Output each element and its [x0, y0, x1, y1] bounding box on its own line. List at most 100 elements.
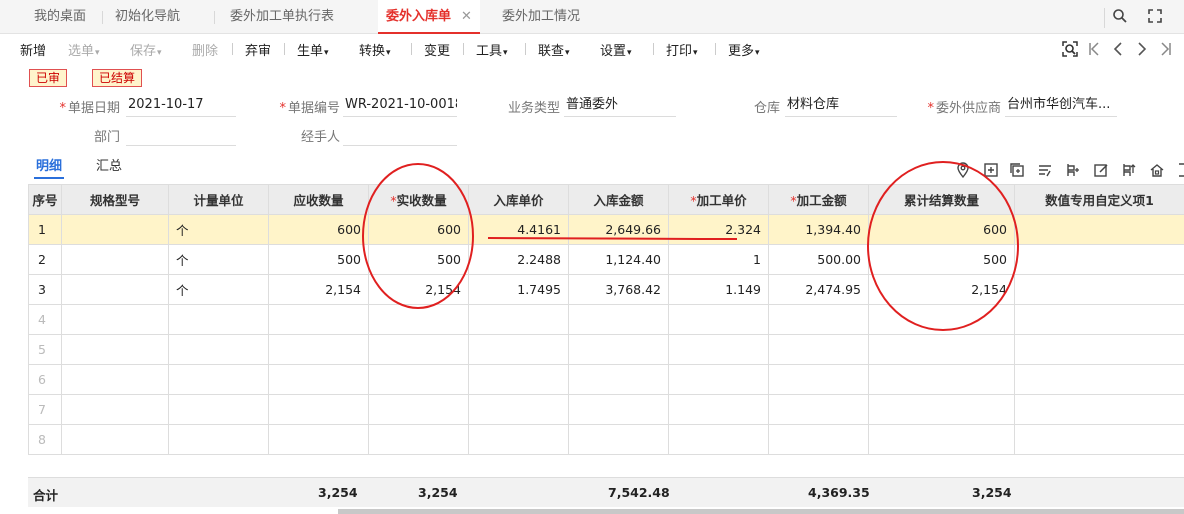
cell-empty[interactable]	[568, 334, 669, 365]
last-record-icon[interactable]	[1160, 42, 1172, 56]
cell-empty[interactable]	[768, 304, 869, 335]
settings-button[interactable]: 设置▾	[600, 40, 632, 59]
cell-recv-qty[interactable]: 500	[368, 244, 469, 275]
cell-in-amount[interactable]: 3,768.42	[568, 274, 669, 305]
cell-custom1[interactable]	[1014, 244, 1184, 275]
location-pin-icon[interactable]	[955, 162, 971, 178]
cell-empty[interactable]	[368, 394, 469, 425]
tab-init-nav[interactable]: 初始化导航	[115, 0, 180, 34]
select-button[interactable]: 选单▾	[68, 40, 100, 59]
biz-type-field[interactable]: 普通委外	[564, 95, 676, 117]
cell-empty[interactable]	[268, 394, 369, 425]
cell-unit[interactable]: 个	[168, 274, 269, 305]
cell-empty[interactable]	[668, 304, 769, 335]
col-header-settle-qty[interactable]: 累计结算数量	[868, 184, 1015, 215]
convert-button[interactable]: 转换▾	[359, 40, 391, 59]
edit-icon[interactable]	[1093, 162, 1109, 178]
cell-in-price[interactable]: 2.2488	[468, 244, 569, 275]
cell-empty[interactable]	[61, 424, 169, 455]
cell-settle-qty[interactable]: 2,154	[868, 274, 1015, 305]
save-button[interactable]: 保存▾	[130, 40, 162, 59]
cell-empty[interactable]	[468, 394, 569, 425]
cell-proc-price[interactable]: 1.149	[668, 274, 769, 305]
delete-button[interactable]: 删除	[192, 40, 218, 59]
cell-empty[interactable]	[568, 364, 669, 395]
locate-search-icon[interactable]	[1061, 40, 1079, 58]
table-row-empty[interactable]: 5	[28, 334, 1184, 365]
cell-empty[interactable]	[1014, 304, 1184, 335]
cell-empty[interactable]	[468, 304, 569, 335]
col-header-custom1[interactable]: 数值专用自定义项1	[1014, 184, 1184, 215]
cell-empty[interactable]	[668, 364, 769, 395]
cell-empty[interactable]	[168, 304, 269, 335]
query-button[interactable]: 联查▾	[538, 40, 570, 59]
cell-settle-qty[interactable]: 500	[868, 244, 1015, 275]
prev-record-icon[interactable]	[1112, 42, 1124, 56]
col-header-unit[interactable]: 计量单位	[168, 184, 269, 215]
cell-empty[interactable]	[168, 364, 269, 395]
dept-field[interactable]	[126, 124, 236, 146]
cell-empty[interactable]	[868, 304, 1015, 335]
col-header-in-amount[interactable]: 入库金额	[568, 184, 669, 215]
cell-empty[interactable]	[268, 424, 369, 455]
cell-empty[interactable]	[1014, 334, 1184, 365]
cell-empty[interactable]	[168, 394, 269, 425]
cell-empty[interactable]	[168, 334, 269, 365]
format-icon[interactable]	[1037, 162, 1053, 178]
first-record-icon[interactable]	[1088, 42, 1100, 56]
date-field[interactable]: 2021-10-17	[126, 95, 236, 117]
generate-button[interactable]: 生单▾	[297, 40, 329, 59]
cell-custom1[interactable]	[1014, 214, 1184, 245]
cell-empty[interactable]	[668, 424, 769, 455]
tab-outsource-exec-table[interactable]: 委外加工单执行表	[230, 0, 334, 34]
cell-in-price[interactable]: 1.7495	[468, 274, 569, 305]
print-button[interactable]: 打印▾	[666, 40, 698, 59]
cell-empty[interactable]	[268, 364, 369, 395]
cell-empty[interactable]	[868, 424, 1015, 455]
tab-my-desktop[interactable]: 我的桌面	[34, 0, 86, 34]
col-header-proc-amount[interactable]: *加工金额	[768, 184, 869, 215]
cell-empty[interactable]	[868, 394, 1015, 425]
add-row-icon[interactable]	[983, 162, 999, 178]
tab-outsource-status[interactable]: 委外加工情况	[502, 0, 580, 34]
table-row-empty[interactable]: 6	[28, 364, 1184, 395]
cell-due-qty[interactable]: 500	[268, 244, 369, 275]
cell-proc-price[interactable]: 1	[668, 244, 769, 275]
col-header-spec[interactable]: 规格型号	[61, 184, 169, 215]
new-button[interactable]: 新增	[20, 40, 46, 59]
cell-empty[interactable]	[1014, 424, 1184, 455]
cell-empty[interactable]	[1014, 394, 1184, 425]
cell-in-amount[interactable]: 1,124.40	[568, 244, 669, 275]
col-header-proc-price[interactable]: *加工单价	[668, 184, 769, 215]
cell-spec[interactable]	[61, 244, 169, 275]
handler-field[interactable]	[343, 124, 457, 146]
batch-icon[interactable]	[1121, 162, 1137, 178]
cell-empty[interactable]	[568, 424, 669, 455]
cell-in-price[interactable]: 4.4161	[468, 214, 569, 245]
search-icon[interactable]	[1112, 8, 1128, 24]
cell-empty[interactable]	[468, 424, 569, 455]
cell-empty[interactable]	[868, 334, 1015, 365]
table-row[interactable]: 3 个 2,154 2,154 1.7495 3,768.42 1.149 2,…	[28, 274, 1184, 305]
cell-due-qty[interactable]: 600	[268, 214, 369, 245]
cell-empty[interactable]	[368, 304, 469, 335]
tab-detail[interactable]: 明细	[34, 155, 65, 179]
cell-empty[interactable]	[368, 424, 469, 455]
cell-empty[interactable]	[668, 394, 769, 425]
col-header-in-price[interactable]: 入库单价	[468, 184, 569, 215]
cell-empty[interactable]	[268, 334, 369, 365]
table-row-empty[interactable]: 7	[28, 394, 1184, 425]
expand-icon[interactable]	[1174, 162, 1184, 178]
cell-proc-amount[interactable]: 500.00	[768, 244, 869, 275]
cell-empty[interactable]	[768, 394, 869, 425]
cell-empty[interactable]	[668, 334, 769, 365]
cell-empty[interactable]	[61, 394, 169, 425]
cell-spec[interactable]	[61, 214, 169, 245]
cell-empty[interactable]	[168, 424, 269, 455]
col-header-due-qty[interactable]: 应收数量	[268, 184, 369, 215]
next-record-icon[interactable]	[1136, 42, 1148, 56]
close-icon[interactable]: ✕	[461, 9, 472, 24]
col-header-recv-qty[interactable]: *实收数量	[368, 184, 469, 215]
cell-empty[interactable]	[768, 424, 869, 455]
cell-empty[interactable]	[268, 304, 369, 335]
